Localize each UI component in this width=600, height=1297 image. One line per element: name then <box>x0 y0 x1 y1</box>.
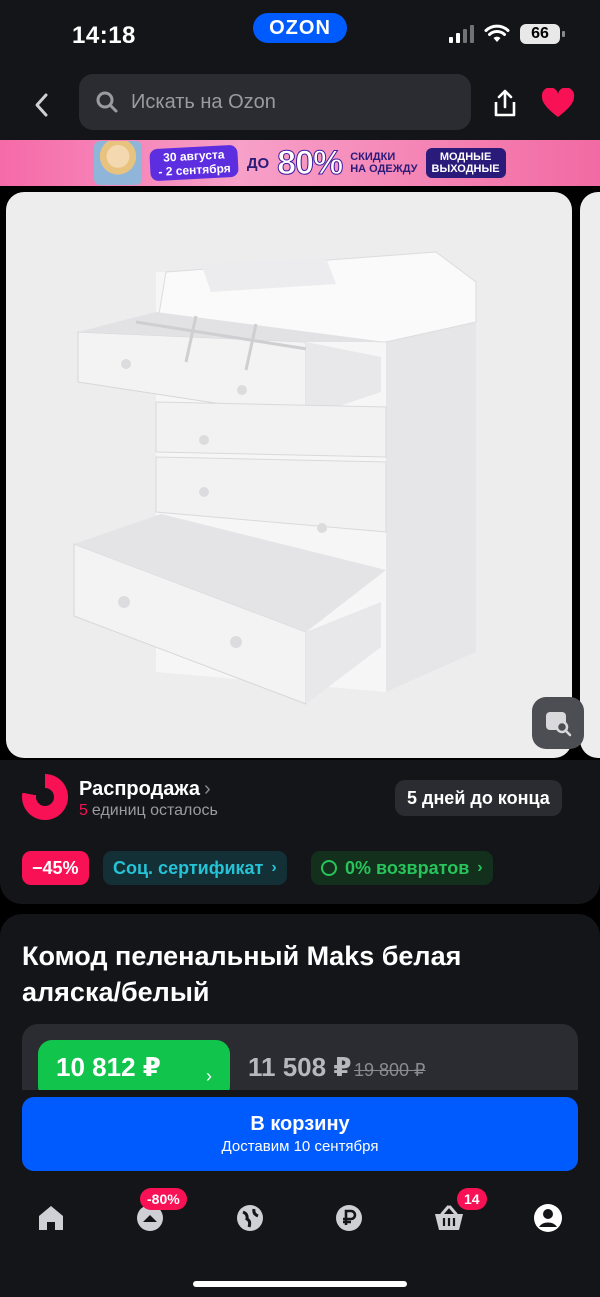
visual-search-button[interactable] <box>532 697 584 749</box>
discount-badge: −45% <box>22 851 89 885</box>
dresser-illustration <box>73 251 477 705</box>
banner-tag: МОДНЫЕ ВЫХОДНЫЕ <box>425 148 506 178</box>
status-bar: 14:18 OZON 66 <box>0 0 600 70</box>
social-certificate-chip[interactable]: Соц. сертификат › <box>103 851 287 885</box>
home-icon <box>39 1206 63 1230</box>
sale-title[interactable]: Распродажа › <box>79 778 211 801</box>
tab-profile[interactable] <box>530 1200 566 1236</box>
product-photo[interactable] <box>6 192 572 758</box>
tab-fashion[interactable]: -80% <box>132 1188 187 1236</box>
product-title: Комод пеленальный Maks белая аляска/белы… <box>22 941 462 1007</box>
bottom-tab-bar: -80% 14 <box>0 1186 600 1297</box>
promo-banner[interactable]: 30 августа - 2 сентября ДО 80% СКИДКИ НА… <box>0 140 600 186</box>
fashion-badge: -80% <box>140 1188 187 1210</box>
chevron-right-icon: › <box>203 778 211 800</box>
favorite-button[interactable] <box>538 84 578 122</box>
signal-icon <box>449 25 474 43</box>
sale-units-text: единиц осталось <box>91 802 218 819</box>
cart-icon <box>435 1205 463 1230</box>
tab-cart[interactable]: 14 <box>431 1188 487 1236</box>
search-bar[interactable]: Искать на Ozon <box>79 74 471 130</box>
sale-days-left: 5 дней до конца <box>395 780 562 816</box>
returns-chip[interactable]: 0% возвратов › <box>311 851 493 885</box>
banner-subtitle: СКИДКИ НА ОДЕЖДУ <box>350 151 418 175</box>
status-icons: 66 <box>449 24 565 44</box>
regular-price: 11 508 ₽ <box>248 1052 352 1082</box>
sale-stock: 5 единиц осталось <box>79 802 218 820</box>
banner-model-image <box>94 141 143 185</box>
top-header: Искать на Ozon <box>0 70 600 140</box>
tab-home[interactable] <box>33 1200 69 1236</box>
returns-label: 0% возвратов <box>345 857 470 878</box>
product-gallery[interactable] <box>0 186 600 760</box>
profile-icon <box>534 1204 562 1232</box>
ozon-card-price[interactable]: 10 812 ₽ › <box>38 1040 230 1090</box>
chevron-right-icon: › <box>271 859 277 876</box>
heart-icon <box>541 88 575 117</box>
search-icon <box>96 91 118 113</box>
ozon-card-price-value: 10 812 ₽ <box>56 1052 161 1082</box>
banner-dates: 30 августа - 2 сентября <box>149 144 240 182</box>
share-icon <box>494 89 516 117</box>
status-time: 14:18 <box>72 22 136 49</box>
old-price: 19 800 ₽ <box>354 1060 426 1080</box>
price-box[interactable]: 10 812 ₽ › 11 508 ₽ 19 800 ₽ <box>22 1024 578 1090</box>
sale-logo-icon <box>22 774 68 820</box>
sale-title-text: Распродажа <box>79 778 200 800</box>
next-photo-peek[interactable] <box>580 192 600 758</box>
sale-units-count: 5 <box>79 802 88 819</box>
tab-finance[interactable] <box>331 1200 367 1236</box>
battery-indicator: 66 <box>520 24 565 44</box>
add-to-cart-button[interactable]: В корзину Доставим 10 сентября <box>22 1097 578 1171</box>
return-icon <box>321 860 337 876</box>
ozon-logo: OZON <box>253 13 347 43</box>
ruble-icon <box>336 1205 362 1231</box>
globe-icon <box>237 1205 263 1231</box>
home-indicator <box>193 1281 407 1287</box>
chevron-right-icon: › <box>206 1066 212 1086</box>
add-to-cart-label: В корзину <box>250 1113 350 1135</box>
sale-section[interactable]: Распродажа › 5 единиц осталось 5 дней до к… <box>0 760 600 840</box>
cart-badge: 14 <box>457 1188 487 1210</box>
badges-row: −45% Соц. сертификат › 0% возвратов › <box>0 840 600 904</box>
search-input[interactable]: Искать на Ozon <box>131 91 276 114</box>
wifi-icon <box>484 24 510 42</box>
chevron-left-icon <box>35 93 48 117</box>
back-button[interactable] <box>22 86 60 124</box>
tab-world[interactable] <box>232 1200 268 1236</box>
chevron-right-icon: › <box>477 859 483 876</box>
banner-upto: ДО <box>246 154 270 172</box>
delivery-date: Доставим 10 сентября <box>221 1138 379 1155</box>
share-button[interactable] <box>486 84 524 122</box>
social-certificate-label: Соц. сертификат <box>113 857 264 878</box>
banner-percent: 80% <box>277 143 344 182</box>
image-search-icon <box>546 712 572 737</box>
